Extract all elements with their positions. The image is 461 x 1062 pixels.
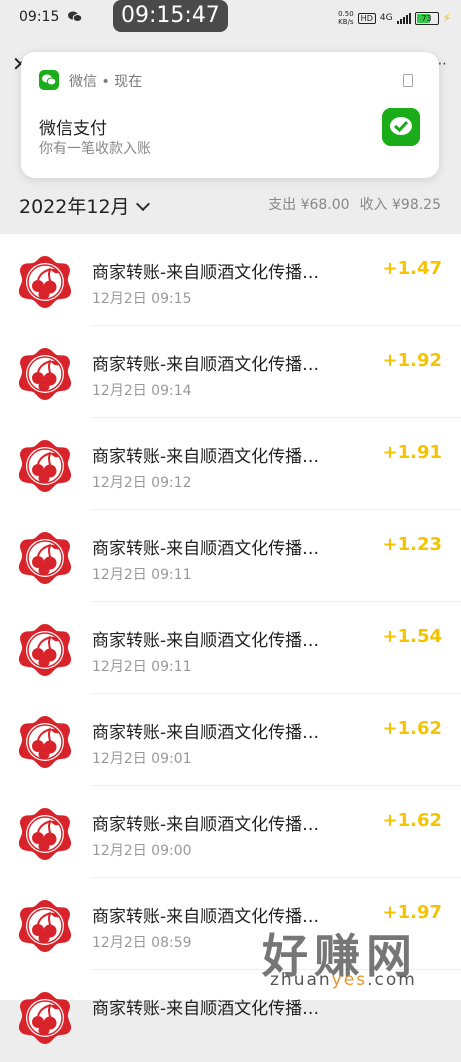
transaction-title: 商家转账-来自顺酒文化传播…: [92, 723, 320, 743]
transaction-amount: +1.91: [382, 442, 443, 463]
merchant-logo-icon: [17, 622, 73, 678]
network-speed: 0.50 KB/s: [338, 10, 354, 26]
hd-voice-icon: HD: [357, 12, 376, 24]
transaction-time: 12月2日 09:15: [92, 291, 192, 307]
month-summary-bar: 2022年12月 支出 ¥68.00 收入 ¥98.25: [0, 182, 461, 234]
notification-body: 你有一笔收款入账: [39, 141, 151, 157]
expense-total: 支出 ¥68.00: [268, 197, 350, 213]
transaction-time: 12月2日 08:59: [92, 935, 192, 951]
transaction-row[interactable]: 商家转账-来自顺酒文化传播… 12月2日 09:11 +1.54: [0, 602, 461, 694]
chevron-down-icon: [135, 196, 150, 212]
status-icons: 0.50 KB/s HD 4G 73 ⚡: [338, 8, 451, 28]
status-time: 09:15: [19, 9, 60, 25]
month-selector[interactable]: 2022年12月: [19, 192, 150, 219]
lock-icon: [403, 74, 413, 87]
transaction-row[interactable]: 商家转账-来自顺酒文化传播… 12月2日 09:12 +1.91: [0, 418, 461, 510]
merchant-logo-icon: [17, 438, 73, 494]
transaction-time: 12月2日 09:14: [92, 383, 192, 399]
merchant-logo-icon: [17, 346, 73, 402]
transaction-title: 商家转账-来自顺酒文化传播…: [92, 631, 320, 651]
transaction-list[interactable]: 商家转账-来自顺酒文化传播… 12月2日 09:15 +1.47 商家转账-来自顺酒文…: [0, 234, 461, 1062]
wechat-app-icon: [39, 70, 59, 90]
signal-icon: [396, 12, 411, 24]
transaction-amount: +1.54: [382, 626, 443, 647]
transaction-time: 12月2日 09:12: [92, 475, 192, 491]
notification-source: 微信 • 现在: [69, 74, 143, 90]
transaction-title: 商家转账-来自顺酒文化传播…: [92, 447, 320, 467]
transaction-amount: +1.92: [382, 350, 443, 371]
notification-title: 微信支付: [39, 119, 107, 139]
transaction-title: 商家转账-来自顺酒文化传播…: [92, 263, 320, 283]
transaction-title: 商家转账-来自顺酒文化传播…: [92, 355, 320, 375]
merchant-logo-icon: [17, 714, 73, 770]
merchant-logo-icon: [17, 254, 73, 310]
transaction-time: 12月2日 09:01: [92, 751, 192, 767]
transaction-time: 12月2日 09:00: [92, 843, 192, 859]
wechat-pay-notification[interactable]: 微信 • 现在 微信支付 你有一笔收款入账: [21, 52, 439, 178]
charging-icon: ⚡: [442, 11, 451, 25]
wechat-pay-icon: [382, 108, 420, 146]
merchant-logo-icon: [17, 806, 73, 862]
network-type: 4G: [379, 13, 393, 23]
transaction-time: 12月2日 09:11: [92, 567, 192, 583]
income-total: 收入 ¥98.25: [359, 197, 441, 213]
transaction-row[interactable]: 商家转账-来自顺酒文化传播… 12月2日 09:00 +1.62: [0, 786, 461, 878]
battery-icon: 73: [414, 11, 439, 25]
transaction-amount: +1.23: [382, 534, 443, 555]
transaction-row[interactable]: 商家转账-来自顺酒文化传播… 12月2日 09:15 +1.47: [0, 234, 461, 326]
status-bar: 09:15 09:15:47 0.50 KB/s HD 4G 73 ⚡: [0, 0, 461, 38]
wechat-notification-icon: [68, 11, 82, 22]
transaction-title: 商家转账-来自顺酒文化传播…: [92, 999, 320, 1019]
transaction-row[interactable]: 商家转账-来自顺酒文化传播… 12月2日 09:01 +1.62: [0, 694, 461, 786]
screen-recording-clock: 09:15:47: [113, 0, 228, 32]
transaction-title: 商家转账-来自顺酒文化传播…: [92, 539, 320, 559]
merchant-logo-icon: [17, 898, 73, 954]
transaction-row[interactable]: 商家转账-来自顺酒文化传播… 12月2日 09:11 +1.23: [0, 510, 461, 602]
monthly-totals: 支出 ¥68.00 收入 ¥98.25: [268, 194, 441, 214]
transaction-amount: +1.62: [382, 718, 443, 739]
transaction-row[interactable]: 商家转账-来自顺酒文化传播… 12月2日 09:14 +1.92: [0, 326, 461, 418]
transaction-amount: +1.62: [382, 810, 443, 831]
transaction-title: 商家转账-来自顺酒文化传播…: [92, 815, 320, 835]
transaction-time: 12月2日 09:11: [92, 659, 192, 675]
merchant-logo-icon: [17, 990, 73, 1046]
watermark-url: zhuanyes.com: [270, 970, 417, 990]
merchant-logo-icon: [17, 530, 73, 586]
transaction-amount: +1.47: [382, 258, 443, 279]
